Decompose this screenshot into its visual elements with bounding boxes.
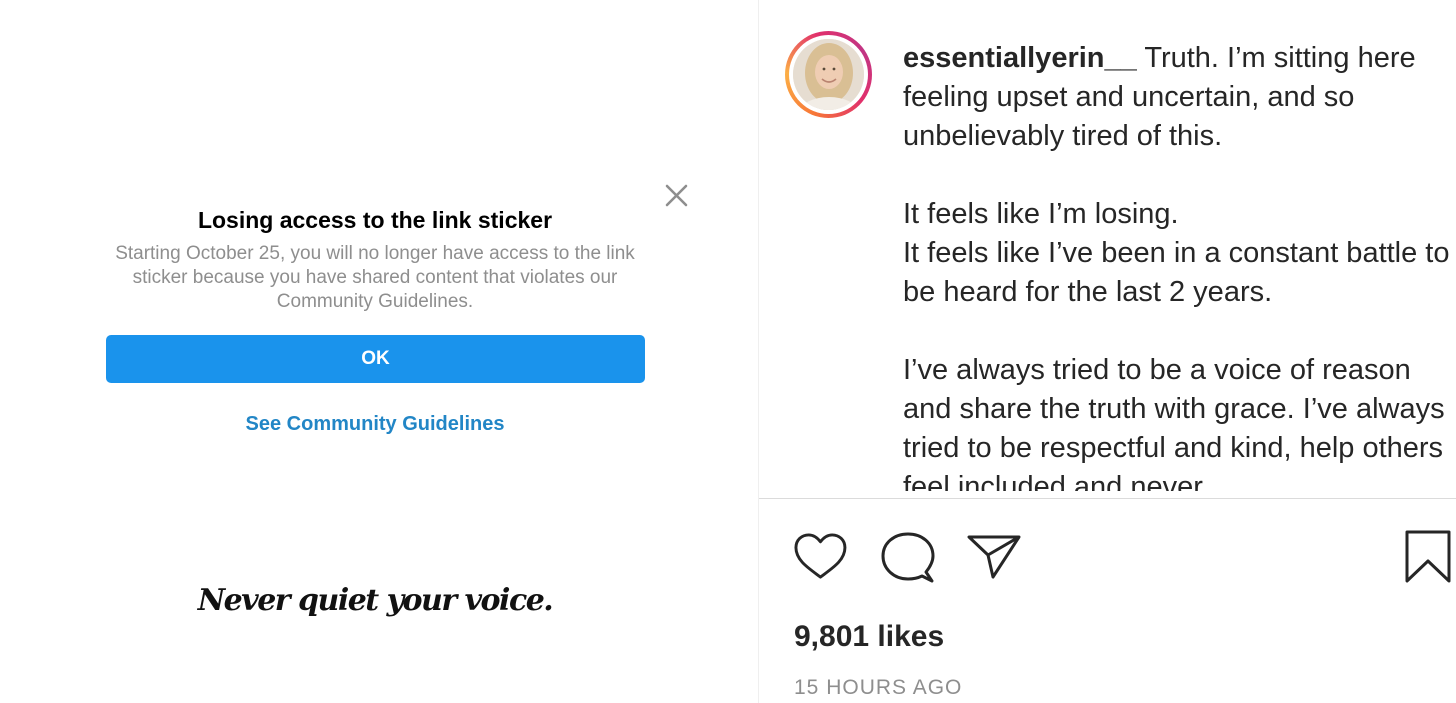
caption-paragraph: essentiallyerin__ Truth. I’m sitting her… xyxy=(903,39,1456,156)
avatar-ring-gap xyxy=(789,35,868,114)
username-link[interactable]: essentiallyerin__ xyxy=(903,42,1137,74)
tagline-text: Never quiet your voice. xyxy=(197,583,554,618)
avatar-photo xyxy=(793,39,864,110)
heart-icon[interactable] xyxy=(793,529,849,585)
dialog-message: Starting October 25, you will no longer … xyxy=(115,243,635,312)
ok-button[interactable]: OK xyxy=(106,335,645,383)
bookmark-icon[interactable] xyxy=(1403,529,1453,585)
post-timestamp[interactable]: 15 HOURS AGO xyxy=(794,676,962,700)
caption-paragraph: It feels like I’ve been in a constant ba… xyxy=(903,237,1450,308)
caption-paragraph: It feels like I’m losing. xyxy=(903,198,1179,230)
post-caption: essentiallyerin__ Truth. I’m sitting her… xyxy=(903,39,1456,491)
paper-plane-icon[interactable] xyxy=(966,529,1022,585)
panel-divider xyxy=(758,0,759,703)
post-image: Losing access to the link sticker Starti… xyxy=(0,0,758,703)
comment-bubble-icon[interactable] xyxy=(880,529,936,585)
see-community-guidelines-link[interactable]: See Community Guidelines xyxy=(0,413,750,436)
instagram-post: Losing access to the link sticker Starti… xyxy=(0,0,1456,703)
likes-count[interactable]: 9,801 likes xyxy=(794,620,944,654)
caption-paragraph: I’ve always tried to be a voice of reaso… xyxy=(903,354,1445,491)
section-divider xyxy=(759,498,1456,499)
avatar[interactable] xyxy=(785,31,872,118)
close-icon[interactable] xyxy=(660,180,692,212)
dialog-title: Losing access to the link sticker xyxy=(197,207,553,233)
